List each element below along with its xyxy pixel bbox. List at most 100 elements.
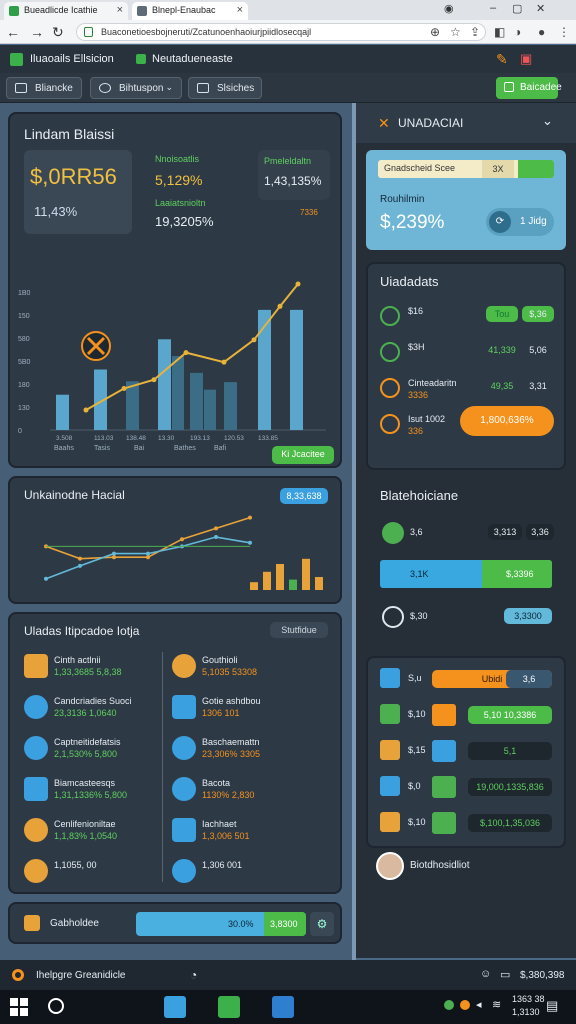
toolbar-button-3[interactable]: Slsiches [188, 77, 262, 99]
series-point [146, 551, 150, 556]
x-tick-label: 193.13 [190, 435, 210, 442]
forward-icon[interactable]: → [30, 24, 44, 40]
row-chip[interactable] [432, 704, 456, 726]
item-name: Gouthioli [202, 655, 238, 665]
status-chat-icon[interactable]: ☺ [480, 968, 491, 980]
status-window-icon[interactable]: ▭ [500, 968, 510, 981]
row-chip[interactable] [432, 740, 456, 762]
row-icon [382, 522, 404, 544]
row-label: Cinteadaritn [408, 378, 457, 388]
pencil-icon[interactable]: ✎ [496, 51, 508, 68]
row-icon [380, 306, 400, 326]
tray-network-icon[interactable] [444, 1000, 454, 1010]
row-icon [380, 342, 400, 362]
windows-start-icon[interactable] [10, 998, 28, 1016]
tab-label: Bueadlicde Icathie [24, 5, 98, 15]
metric-value: $,0RR56 [30, 164, 117, 189]
extensions-icon[interactable]: ◧ [494, 25, 505, 39]
back-icon[interactable]: ← [6, 24, 20, 40]
sidebar-search-text: Gnadscheid Scee [384, 163, 456, 173]
toolbar-button-1[interactable]: Bliancke [6, 77, 82, 99]
row-value-2: 3,36 [526, 524, 554, 540]
metric-value: 5,129% [155, 172, 203, 188]
series-point [214, 526, 218, 531]
item-value: 1,33,3685 5,8,38 [54, 667, 122, 677]
minimize-icon[interactable]: – [490, 2, 496, 14]
sidebar-section-title: Uiadadats [380, 274, 439, 289]
profile-avatar-icon[interactable]: ◑ [514, 25, 521, 39]
row-value-1: 49,35 [490, 381, 514, 391]
profile-icon[interactable]: ◉ [444, 2, 454, 15]
bookmark-star-icon[interactable]: ☆ [450, 25, 461, 39]
sidebar-card-badge[interactable]: ⟳ 1 Jidg [486, 208, 554, 236]
zoom-icon[interactable]: ⊕ [430, 25, 440, 39]
share-icon[interactable]: ⇪ [470, 25, 480, 39]
tab-close-icon[interactable]: × [237, 4, 243, 16]
toolbar-dropdown[interactable]: Bihtuspon ⌄ [90, 77, 182, 99]
sidebar-section-1: Uiadadats $16 Tou $,36 $3H 41,339 5,06 Cintead… [366, 262, 566, 470]
browser-tab-2[interactable]: Blnepl-Enaubac × [132, 2, 248, 20]
status-toggle-icon[interactable]: ◔ [190, 968, 197, 982]
taskbar-app-2-icon[interactable] [218, 996, 240, 1018]
sidebar-search-button[interactable] [518, 160, 554, 178]
url-text: Buaconetioesbojneruti/Zcatunoenhaoiurjpi… [101, 27, 312, 37]
summary-value1: 30.0% [228, 919, 254, 929]
bar [158, 339, 171, 430]
item-icon [172, 777, 196, 801]
avatar[interactable] [376, 852, 404, 880]
row-value-1: 3,313 [488, 524, 522, 540]
row-action-button[interactable]: 1,800,636% [460, 406, 554, 436]
maximize-icon[interactable]: ▢ [512, 2, 522, 15]
taskbar-app-3-icon[interactable] [272, 996, 294, 1018]
item-value: 2,1,530% 5,800 [54, 749, 118, 759]
overview-badge[interactable]: Ki Jcacitee [272, 446, 334, 464]
bar [126, 381, 139, 430]
window-close-icon[interactable]: ✕ [536, 2, 545, 15]
mini-bar [276, 564, 284, 590]
tray-wifi-icon[interactable]: ≋ [492, 998, 501, 1011]
extension-orange-icon[interactable]: ● [538, 25, 545, 39]
chevron-down-icon[interactable]: ⌄ [542, 113, 553, 129]
menu-dots-icon[interactable]: ⋮ [558, 25, 570, 39]
save-icon [504, 82, 514, 92]
summary-progress: 30.0% 3,8300 [136, 912, 306, 936]
item-value: 1,1,83% 1,0540 [54, 831, 118, 841]
reload-icon[interactable]: ↻ [52, 24, 64, 41]
metric-label: Pmeleldaltn [264, 156, 312, 166]
tab-close-icon[interactable]: × [117, 4, 123, 16]
trend-point [151, 377, 157, 383]
row-chip[interactable] [432, 812, 456, 834]
series-point [180, 537, 184, 542]
row-chip[interactable] [432, 776, 456, 798]
tray-alert-icon[interactable] [460, 1000, 470, 1010]
sidebar-search-badge: 3X [482, 160, 514, 178]
trend-point [251, 337, 257, 343]
url-field[interactable]: Buaconetioesbojneruti/Zcatunoenhaoiurjpi… [76, 23, 486, 41]
series-point [112, 555, 116, 560]
line-chart [44, 515, 323, 590]
series-point [44, 576, 48, 581]
sidebar-user-name: Biotdhosidliot [410, 860, 470, 871]
search-icon[interactable] [48, 998, 64, 1014]
taskbar-app-1-icon[interactable] [164, 996, 186, 1018]
trend-card: Unkainodne Hacial 8,33,638 [8, 476, 342, 604]
browser-tab-1[interactable]: Bueadlicde Icathie × [4, 2, 128, 20]
sidebar-search-field[interactable]: Gnadscheid Scee 3X [378, 160, 554, 178]
header-action-button[interactable]: Baicadee [496, 77, 562, 99]
summary-settings-icon[interactable]: ⚙ [310, 912, 334, 936]
items-badge[interactable]: Stutfidue [270, 622, 328, 638]
tray-volume-icon[interactable]: ◂ [476, 998, 482, 1011]
notifications-icon[interactable]: ▤ [546, 998, 558, 1014]
notification-icon[interactable]: ▣ [520, 51, 532, 67]
row-icon [380, 740, 400, 760]
x-tick-label: 3.508 [56, 435, 73, 442]
status-left-text: Ihelpgre Greanidicle [36, 970, 126, 981]
toolbar-button-label: Bliancke [35, 83, 73, 94]
item-icon [24, 859, 48, 883]
row-label: $,0 [408, 781, 421, 791]
y-tick-label: 5B0 [18, 359, 31, 366]
header-action-label: Baicadee [520, 82, 562, 93]
item-icon [24, 777, 48, 801]
item-icon [172, 818, 196, 842]
row-label: $16 [408, 306, 424, 316]
